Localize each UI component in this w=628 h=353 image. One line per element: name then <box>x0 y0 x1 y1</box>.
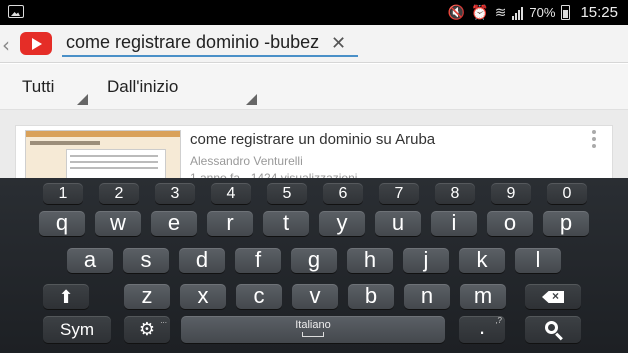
key-a[interactable]: a <box>67 248 113 273</box>
key-e[interactable]: e <box>151 211 197 236</box>
key-t[interactable]: t <box>263 211 309 236</box>
key-x[interactable]: x <box>180 284 226 309</box>
shift-arrow-icon: ⬆ <box>58 287 74 308</box>
shift-key[interactable]: ⬆ <box>43 284 89 309</box>
battery-icon <box>561 5 571 20</box>
key-m[interactable]: m <box>460 284 506 309</box>
key-h[interactable]: h <box>347 248 393 273</box>
mute-icon: 🔇 <box>447 4 466 21</box>
key-d[interactable]: d <box>179 248 225 273</box>
upload-date-dropdown[interactable]: Dall'inizio <box>95 64 257 110</box>
key-s[interactable]: s <box>123 248 169 273</box>
backspace-key[interactable]: × <box>525 284 581 309</box>
video-result-card[interactable]: come registrare un dominio su Aruba Ales… <box>15 125 613 185</box>
settings-key[interactable]: ⚙... <box>124 316 170 343</box>
video-thumbnail[interactable] <box>25 130 181 184</box>
search-key[interactable] <box>525 316 581 343</box>
key-1[interactable]: 1 <box>43 183 83 204</box>
key-q[interactable]: q <box>39 211 85 236</box>
soft-keyboard: 1234567890 qwertyuiop asdfghjkl zxcvbnm … <box>0 178 628 353</box>
backspace-icon: × <box>542 291 564 303</box>
gear-icon: ⚙ <box>138 319 156 340</box>
key-7[interactable]: 7 <box>379 183 419 204</box>
youtube-logo-icon[interactable] <box>20 32 52 55</box>
signal-icon <box>512 6 524 20</box>
key-j[interactable]: j <box>403 248 449 273</box>
key-y[interactable]: y <box>319 211 365 236</box>
sym-key[interactable]: Sym <box>43 316 111 343</box>
period-key[interactable]: .,? <box>459 316 505 343</box>
search-icon <box>544 321 558 334</box>
key-o[interactable]: o <box>487 211 533 236</box>
key-n[interactable]: n <box>404 284 450 309</box>
key-u[interactable]: u <box>375 211 421 236</box>
dropdown-corner-icon <box>77 94 88 105</box>
alarm-icon: ⏰ <box>471 4 489 21</box>
key-6[interactable]: 6 <box>323 183 363 204</box>
key-9[interactable]: 9 <box>491 183 531 204</box>
key-2[interactable]: 2 <box>99 183 139 204</box>
key-w[interactable]: w <box>95 211 141 236</box>
status-bar: 🔇 ⏰ ≋ 70% 15:25 <box>0 0 628 25</box>
key-f[interactable]: f <box>235 248 281 273</box>
key-4[interactable]: 4 <box>211 183 251 204</box>
key-8[interactable]: 8 <box>435 183 475 204</box>
search-input[interactable]: come registrare dominio -bubez <box>62 29 358 57</box>
results-list: come registrare un dominio su Aruba Ales… <box>0 110 628 185</box>
gallery-icon <box>8 5 24 18</box>
back-chevron-icon[interactable]: ‹ <box>2 33 10 57</box>
wifi-icon: ≋ <box>494 4 507 21</box>
content-type-dropdown[interactable]: Tutti <box>0 64 88 110</box>
upload-date-value: Dall'inizio <box>107 77 179 96</box>
key-i[interactable]: i <box>431 211 477 236</box>
key-3[interactable]: 3 <box>155 183 195 204</box>
content-type-value: Tutti <box>22 77 55 96</box>
key-5[interactable]: 5 <box>267 183 307 204</box>
key-g[interactable]: g <box>291 248 337 273</box>
key-0[interactable]: 0 <box>547 183 587 204</box>
dropdown-corner-icon <box>246 94 257 105</box>
video-title[interactable]: come registrare un dominio su Aruba <box>190 131 435 148</box>
space-key[interactable]: Italiano <box>181 316 445 343</box>
space-icon <box>302 332 324 337</box>
keyboard-language: Italiano <box>295 319 331 331</box>
filter-bar: Tutti Dall'inizio <box>0 64 628 110</box>
battery-percent: 70% <box>529 5 556 20</box>
key-z[interactable]: z <box>124 284 170 309</box>
app-bar: ‹ come registrare dominio -bubez ✕ <box>0 25 628 63</box>
key-c[interactable]: c <box>236 284 282 309</box>
clock: 15:25 <box>580 4 618 21</box>
key-v[interactable]: v <box>292 284 338 309</box>
key-r[interactable]: r <box>207 211 253 236</box>
key-l[interactable]: l <box>515 248 561 273</box>
key-b[interactable]: b <box>348 284 394 309</box>
overflow-menu-icon[interactable] <box>592 130 596 151</box>
clear-search-icon[interactable]: ✕ <box>331 33 346 54</box>
key-p[interactable]: p <box>543 211 589 236</box>
key-k[interactable]: k <box>459 248 505 273</box>
video-author: Alessandro Venturelli <box>190 154 303 168</box>
